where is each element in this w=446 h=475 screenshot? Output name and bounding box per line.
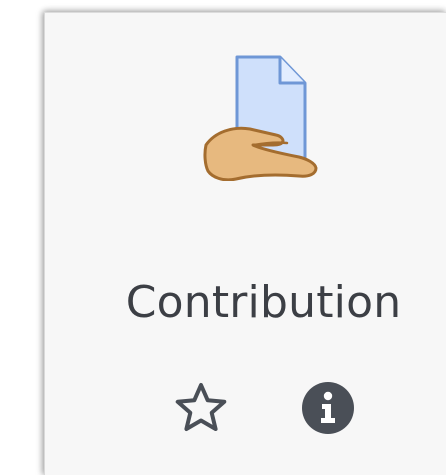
info-circle-icon <box>300 380 356 440</box>
activity-title: Contribution <box>125 277 402 328</box>
star-button[interactable] <box>169 381 233 441</box>
info-button[interactable] <box>299 381 357 439</box>
activity-actions <box>45 381 446 441</box>
document-hand-icon <box>203 53 327 182</box>
activity-card[interactable]: Contribution <box>44 12 446 475</box>
star-outline-icon <box>172 380 230 442</box>
page: Contribution <box>0 0 446 475</box>
